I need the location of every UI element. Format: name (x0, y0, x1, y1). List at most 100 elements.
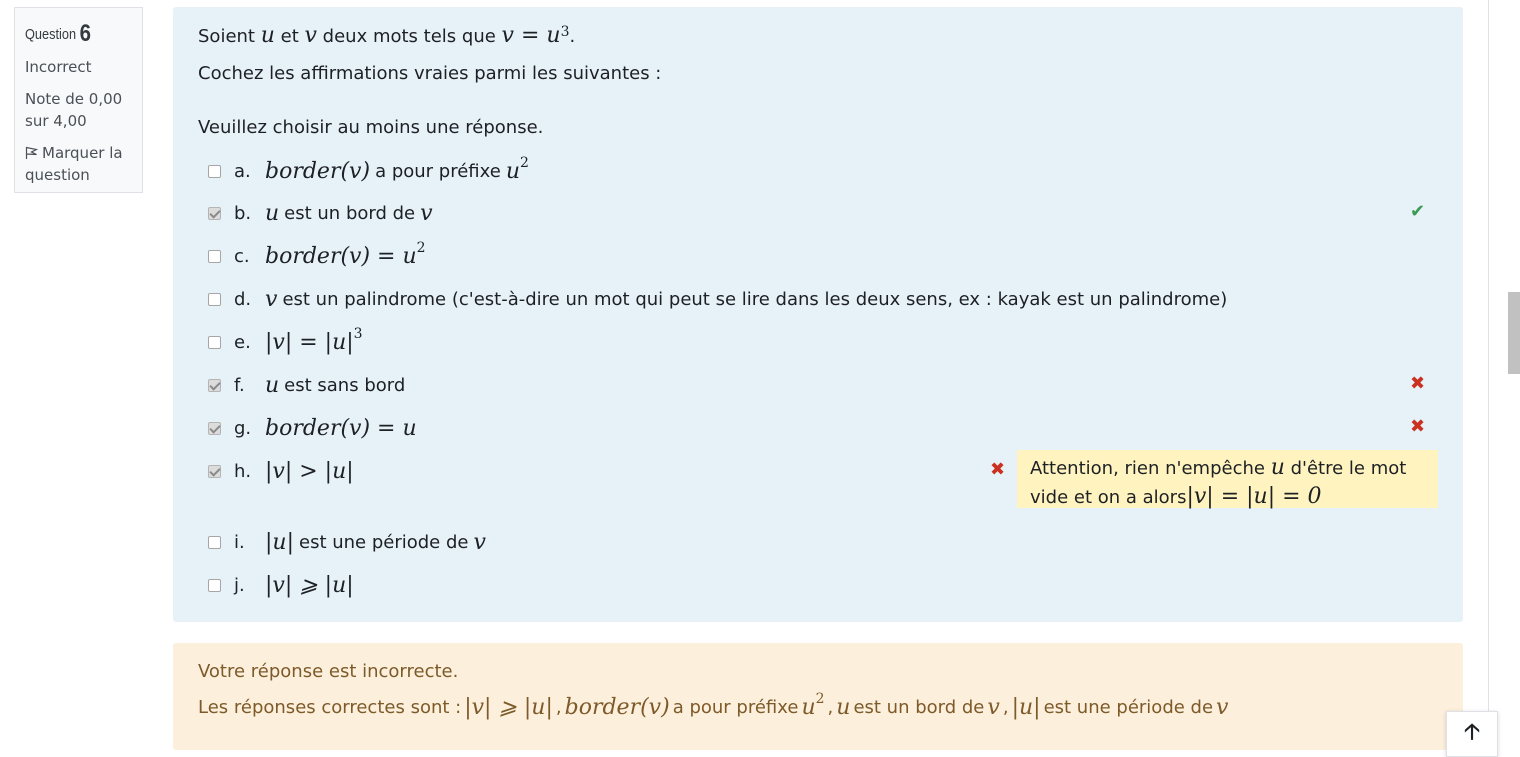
flag-question-link[interactable]: Marquer la question (25, 142, 132, 186)
question-text: Soient u et v deux mots tels que v = u3.… (198, 23, 661, 87)
option-math-base: border(v) = u (265, 415, 417, 441)
option-math: u (265, 373, 279, 398)
incorrect-cross-icon: ✖ (990, 459, 1006, 480)
option-label: |v| > |u| (265, 459, 354, 484)
option-label: |v| ⩾ |u| (265, 573, 354, 598)
answer-checkbox[interactable] (208, 292, 221, 306)
option-label: border(v) = u2 (265, 240, 426, 269)
answer-option: b. u est un bord de v (208, 198, 1453, 228)
answer-option: g. border(v) = u (208, 413, 1453, 443)
intro-et: et (280, 26, 299, 47)
intro-formula-base: v = u (501, 23, 561, 48)
option-math: u (265, 201, 279, 226)
option-math-base: |v| > |u| (265, 458, 354, 484)
feedback-text-1: Attention, rien n'empêche (1030, 458, 1265, 479)
option-math: |v| ⩾ |u| (265, 573, 354, 598)
intro-formula: v = u3 (502, 23, 570, 48)
option-letter: h. (234, 460, 252, 482)
option-math: |v| = |u|3 (265, 326, 363, 355)
option-math-base: border(v) (265, 158, 371, 184)
specific-feedback: Attention, rien n'empêche u d'être le mo… (1017, 450, 1438, 509)
feedback-line-1: Attention, rien n'empêche u d'être le mo… (1030, 454, 1425, 483)
answer-separator: , (1002, 697, 1009, 718)
arrow-up-icon: 🡡 (1464, 720, 1480, 745)
option-math: |u| (265, 530, 294, 555)
option-math-2: u2 (505, 155, 529, 184)
option-math-base: u (265, 372, 280, 398)
option-letter: e. (234, 331, 251, 353)
answer-prompt: Veuillez choisir au moins une réponse. (198, 117, 544, 138)
option-letter: i. (234, 531, 245, 553)
option-text: a pour préfixe (375, 160, 501, 182)
question-number: 6 (79, 20, 91, 47)
option-letter: j. (234, 574, 245, 596)
answer-math-2b-exp: 2 (815, 691, 825, 707)
grade-line-2: sur 4,00 (25, 112, 87, 130)
option-label: |v| = |u|3 (265, 326, 363, 355)
option-label: v est un palindrome (c'est-à-dire un mot … (265, 287, 1227, 312)
answer-checkbox[interactable] (208, 378, 221, 392)
option-math-base: |u| (265, 529, 294, 555)
intro-text: Soient (198, 26, 255, 47)
option-math: v (265, 287, 277, 312)
question-state: Incorrect (25, 58, 92, 76)
answer-option: i. |u| est une période de v (208, 527, 1453, 557)
option-letter: c. (234, 245, 250, 267)
outcome-message: Votre réponse est incorrecte. (198, 661, 459, 682)
math-u: u (260, 23, 275, 48)
answer-checkbox[interactable] (208, 164, 221, 178)
option-letter: f. (234, 374, 245, 396)
correct-answers: Les réponses correctes sont : |v| ⩾ |u|,… (198, 691, 1229, 720)
option-math-2-base: v (420, 200, 433, 226)
option-math-exponent: 3 (353, 325, 363, 342)
answer-checkbox[interactable] (208, 464, 221, 478)
option-math-base: u (265, 200, 280, 226)
option-math-2: v (420, 201, 432, 226)
feedback-math-2: |v| = |u| = 0 (1186, 484, 1322, 509)
answer-math-4: |u| (1011, 695, 1041, 720)
option-math-base: |v| = |u| (265, 329, 354, 355)
answer-checkbox[interactable] (208, 535, 221, 549)
correct-check-icon: ✔ (1410, 201, 1426, 222)
incorrect-cross-icon: ✖ (1410, 416, 1426, 437)
flag-label-2: question (25, 166, 90, 184)
answer-checkbox[interactable] (208, 421, 221, 435)
answer-text-4: est une période de (1043, 697, 1214, 718)
option-label: u est sans bord (265, 373, 405, 398)
answer-option: a. border(v) a pour préfixe u2 (208, 155, 1453, 186)
question-number-heading: Question 6 (25, 20, 91, 48)
answer-checkbox[interactable] (208, 578, 221, 592)
option-text: est un palindrome (c'est-à-dire un mot q… (282, 288, 1228, 310)
option-math-exponent: 2 (416, 239, 426, 256)
question-outcome: Votre réponse est incorrecte. Les répons… (173, 643, 1463, 750)
answer-math-2b-base: u (801, 695, 816, 720)
option-math-2-base: v (473, 529, 486, 555)
answer-math-3b: v (987, 695, 1000, 720)
flag-label-1: Marquer la (42, 144, 123, 162)
feedback-text-2: d'être le mot (1290, 458, 1407, 479)
question-label: Question (25, 26, 77, 43)
answer-option: j. |v| ⩾ |u| (208, 570, 1453, 600)
answer-text-2: a pour préfixe (672, 697, 799, 718)
question-formulation: Soient u et v deux mots tels que v = u3.… (173, 7, 1463, 622)
question-intro: Soient u et v deux mots tels que v = u3. (198, 23, 661, 50)
answer-math-2b: u2 (801, 691, 824, 720)
answer-checkbox[interactable] (208, 249, 221, 263)
intro-formula-exp: 3 (560, 24, 570, 40)
answer-checkbox[interactable] (208, 206, 221, 220)
option-math: border(v) = u (265, 416, 417, 441)
answer-option: d. v est un palindrome (c'est-à-dire un mo… (208, 284, 1453, 314)
scrollbar-thumb[interactable] (1508, 292, 1520, 374)
page-divider (1488, 0, 1489, 750)
question-info-panel: Question 6 Incorrect Note de 0,00 sur 4,… (14, 7, 143, 193)
option-math: border(v) (265, 159, 370, 184)
answer-separator: , (555, 697, 562, 718)
intro-end: . (569, 26, 576, 47)
answer-math-4b: v (1216, 695, 1229, 720)
option-math-2-base: u (505, 158, 520, 184)
back-to-top-button[interactable]: 🡡 (1446, 711, 1498, 757)
answer-text-3: est un bord de (853, 697, 985, 718)
answer-checkbox[interactable] (208, 335, 221, 349)
option-text: est sans bord (284, 374, 406, 396)
option-label: |u| est une période de v (265, 530, 486, 555)
